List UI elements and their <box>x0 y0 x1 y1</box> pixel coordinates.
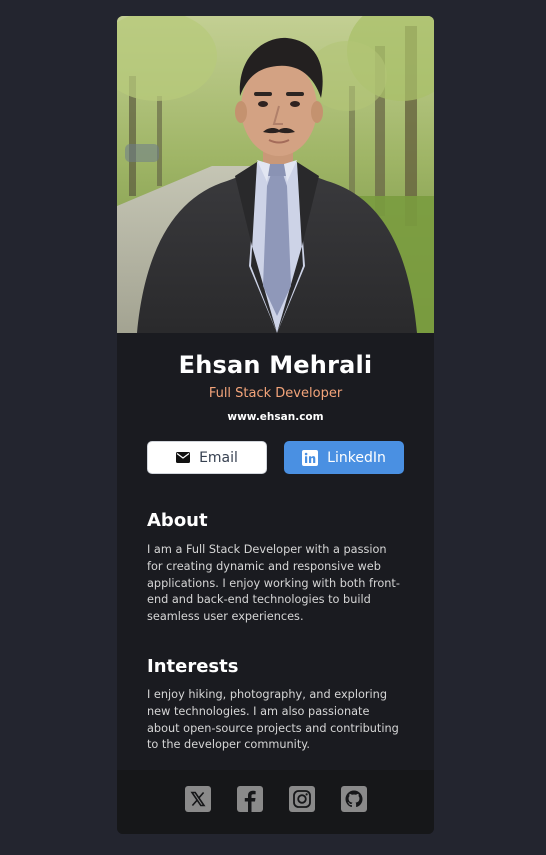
github-icon[interactable] <box>341 786 367 812</box>
email-button[interactable]: Email <box>147 441 267 474</box>
profile-role: Full Stack Developer <box>208 386 343 401</box>
linkedin-icon <box>302 449 319 466</box>
interests-text: I enjoy hiking, photography, and explori… <box>147 688 399 752</box>
envelope-icon <box>176 452 191 463</box>
facebook-icon[interactable] <box>237 786 263 812</box>
profile-card: Ehsan Mehrali Full Stack Developer www.e… <box>117 16 434 834</box>
social-footer <box>117 770 434 834</box>
email-button-label: Email <box>199 449 238 466</box>
profile-name: Ehsan Mehrali <box>178 351 373 379</box>
x-icon[interactable] <box>185 786 211 812</box>
profile-photo <box>117 16 434 333</box>
profile-website[interactable]: www.ehsan.com <box>117 411 434 423</box>
about-heading: About <box>147 510 208 531</box>
interests-heading: Interests <box>147 656 239 677</box>
about-text: I am a Full Stack Developer with a passi… <box>147 543 400 624</box>
linkedin-button[interactable]: LinkedIn <box>284 441 404 474</box>
instagram-icon[interactable] <box>289 786 315 812</box>
linkedin-button-label: LinkedIn <box>327 449 386 466</box>
